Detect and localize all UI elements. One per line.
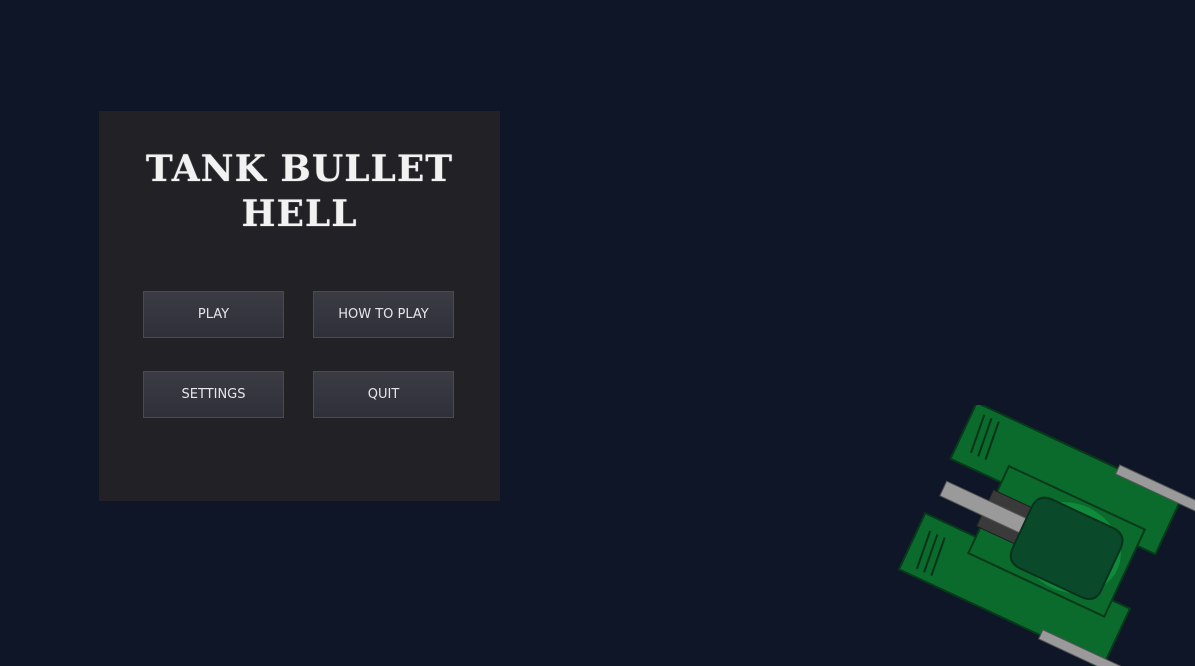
tank-sprite <box>897 405 1195 666</box>
how-to-play-button[interactable]: HOW TO PLAY <box>313 291 454 338</box>
main-menu-panel: TANK BULLET HELL PLAY HOW TO PLAY SETTIN… <box>99 111 500 501</box>
game-title: TANK BULLET HELL <box>99 147 500 237</box>
game-title-line-2: HELL <box>241 193 358 235</box>
quit-button[interactable]: QUIT <box>313 371 454 418</box>
settings-button[interactable]: SETTINGS <box>143 371 284 418</box>
play-button[interactable]: PLAY <box>143 291 284 338</box>
game-screen: TANK BULLET HELL PLAY HOW TO PLAY SETTIN… <box>0 0 1195 666</box>
game-title-line-1: TANK BULLET <box>145 148 454 190</box>
